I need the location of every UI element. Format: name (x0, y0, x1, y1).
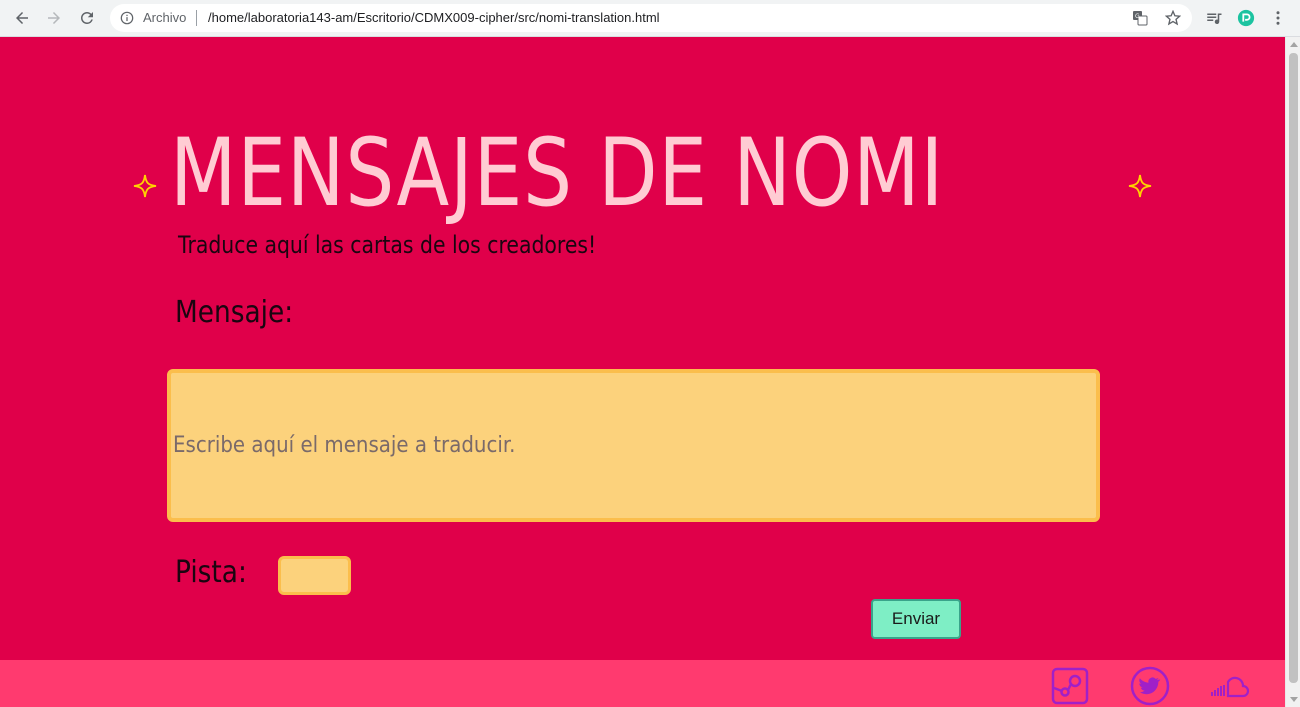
page-title: MENSAJES DE NOMI (170, 119, 945, 228)
vertical-scrollbar[interactable] (1285, 37, 1300, 707)
scroll-down-icon[interactable] (1290, 697, 1298, 702)
message-label: Mensaje: (175, 295, 294, 330)
address-bar[interactable]: Archivo /home/laboratoria143-am/Escritor… (110, 4, 1192, 32)
menu-button[interactable] (1268, 8, 1288, 28)
sparkle-icon-left (133, 174, 157, 198)
send-button[interactable]: Enviar (871, 599, 961, 639)
forward-arrow-icon (48, 12, 60, 24)
back-arrow-icon (16, 12, 28, 24)
translate-button[interactable]: G (1132, 10, 1148, 26)
origin-label: Archivo (143, 10, 187, 25)
omnibox-separator (196, 10, 197, 26)
sparkle-icon-right (1128, 174, 1152, 198)
reload-button[interactable] (76, 7, 98, 29)
bookmark-button[interactable] (1165, 10, 1181, 26)
scroll-thumb[interactable] (1289, 53, 1298, 683)
star-icon (1165, 10, 1181, 26)
hint-label: Pista: (175, 555, 247, 590)
page-content: MENSAJES DE NOMI Traduce aquí las cartas… (0, 37, 1285, 707)
browser-toolbar: Archivo /home/laboratoria143-am/Escritor… (0, 0, 1300, 37)
steam-icon (1051, 667, 1089, 705)
soundcloud-icon (1211, 676, 1250, 698)
footer (0, 660, 1285, 707)
scroll-up-icon[interactable] (1290, 42, 1298, 47)
playlist-icon (1207, 13, 1222, 25)
soundcloud-link[interactable] (1210, 666, 1250, 706)
extension-button[interactable] (1236, 8, 1256, 28)
svg-text:G: G (1135, 13, 1140, 20)
steam-link[interactable] (1050, 666, 1090, 706)
forward-button[interactable] (43, 7, 65, 29)
message-input[interactable]: Escribe aquí el mensaje a traducir. (167, 369, 1100, 522)
media-control-button[interactable] (1204, 8, 1224, 28)
page-subtitle: Traduce aquí las cartas de los creadores… (178, 231, 597, 259)
twitter-link[interactable] (1130, 666, 1170, 706)
extension-icon (1237, 9, 1255, 27)
translate-icon: G (1133, 11, 1148, 26)
reload-icon (81, 11, 93, 24)
message-placeholder: Escribe aquí el mensaje a traducir. (173, 433, 516, 458)
info-icon[interactable] (120, 11, 134, 25)
url-text[interactable]: /home/laboratoria143-am/Escritorio/CDMX0… (208, 10, 660, 25)
twitter-icon (1130, 666, 1170, 706)
hint-input[interactable] (278, 556, 351, 595)
kebab-menu-icon (1276, 11, 1280, 25)
back-button[interactable] (11, 7, 33, 29)
